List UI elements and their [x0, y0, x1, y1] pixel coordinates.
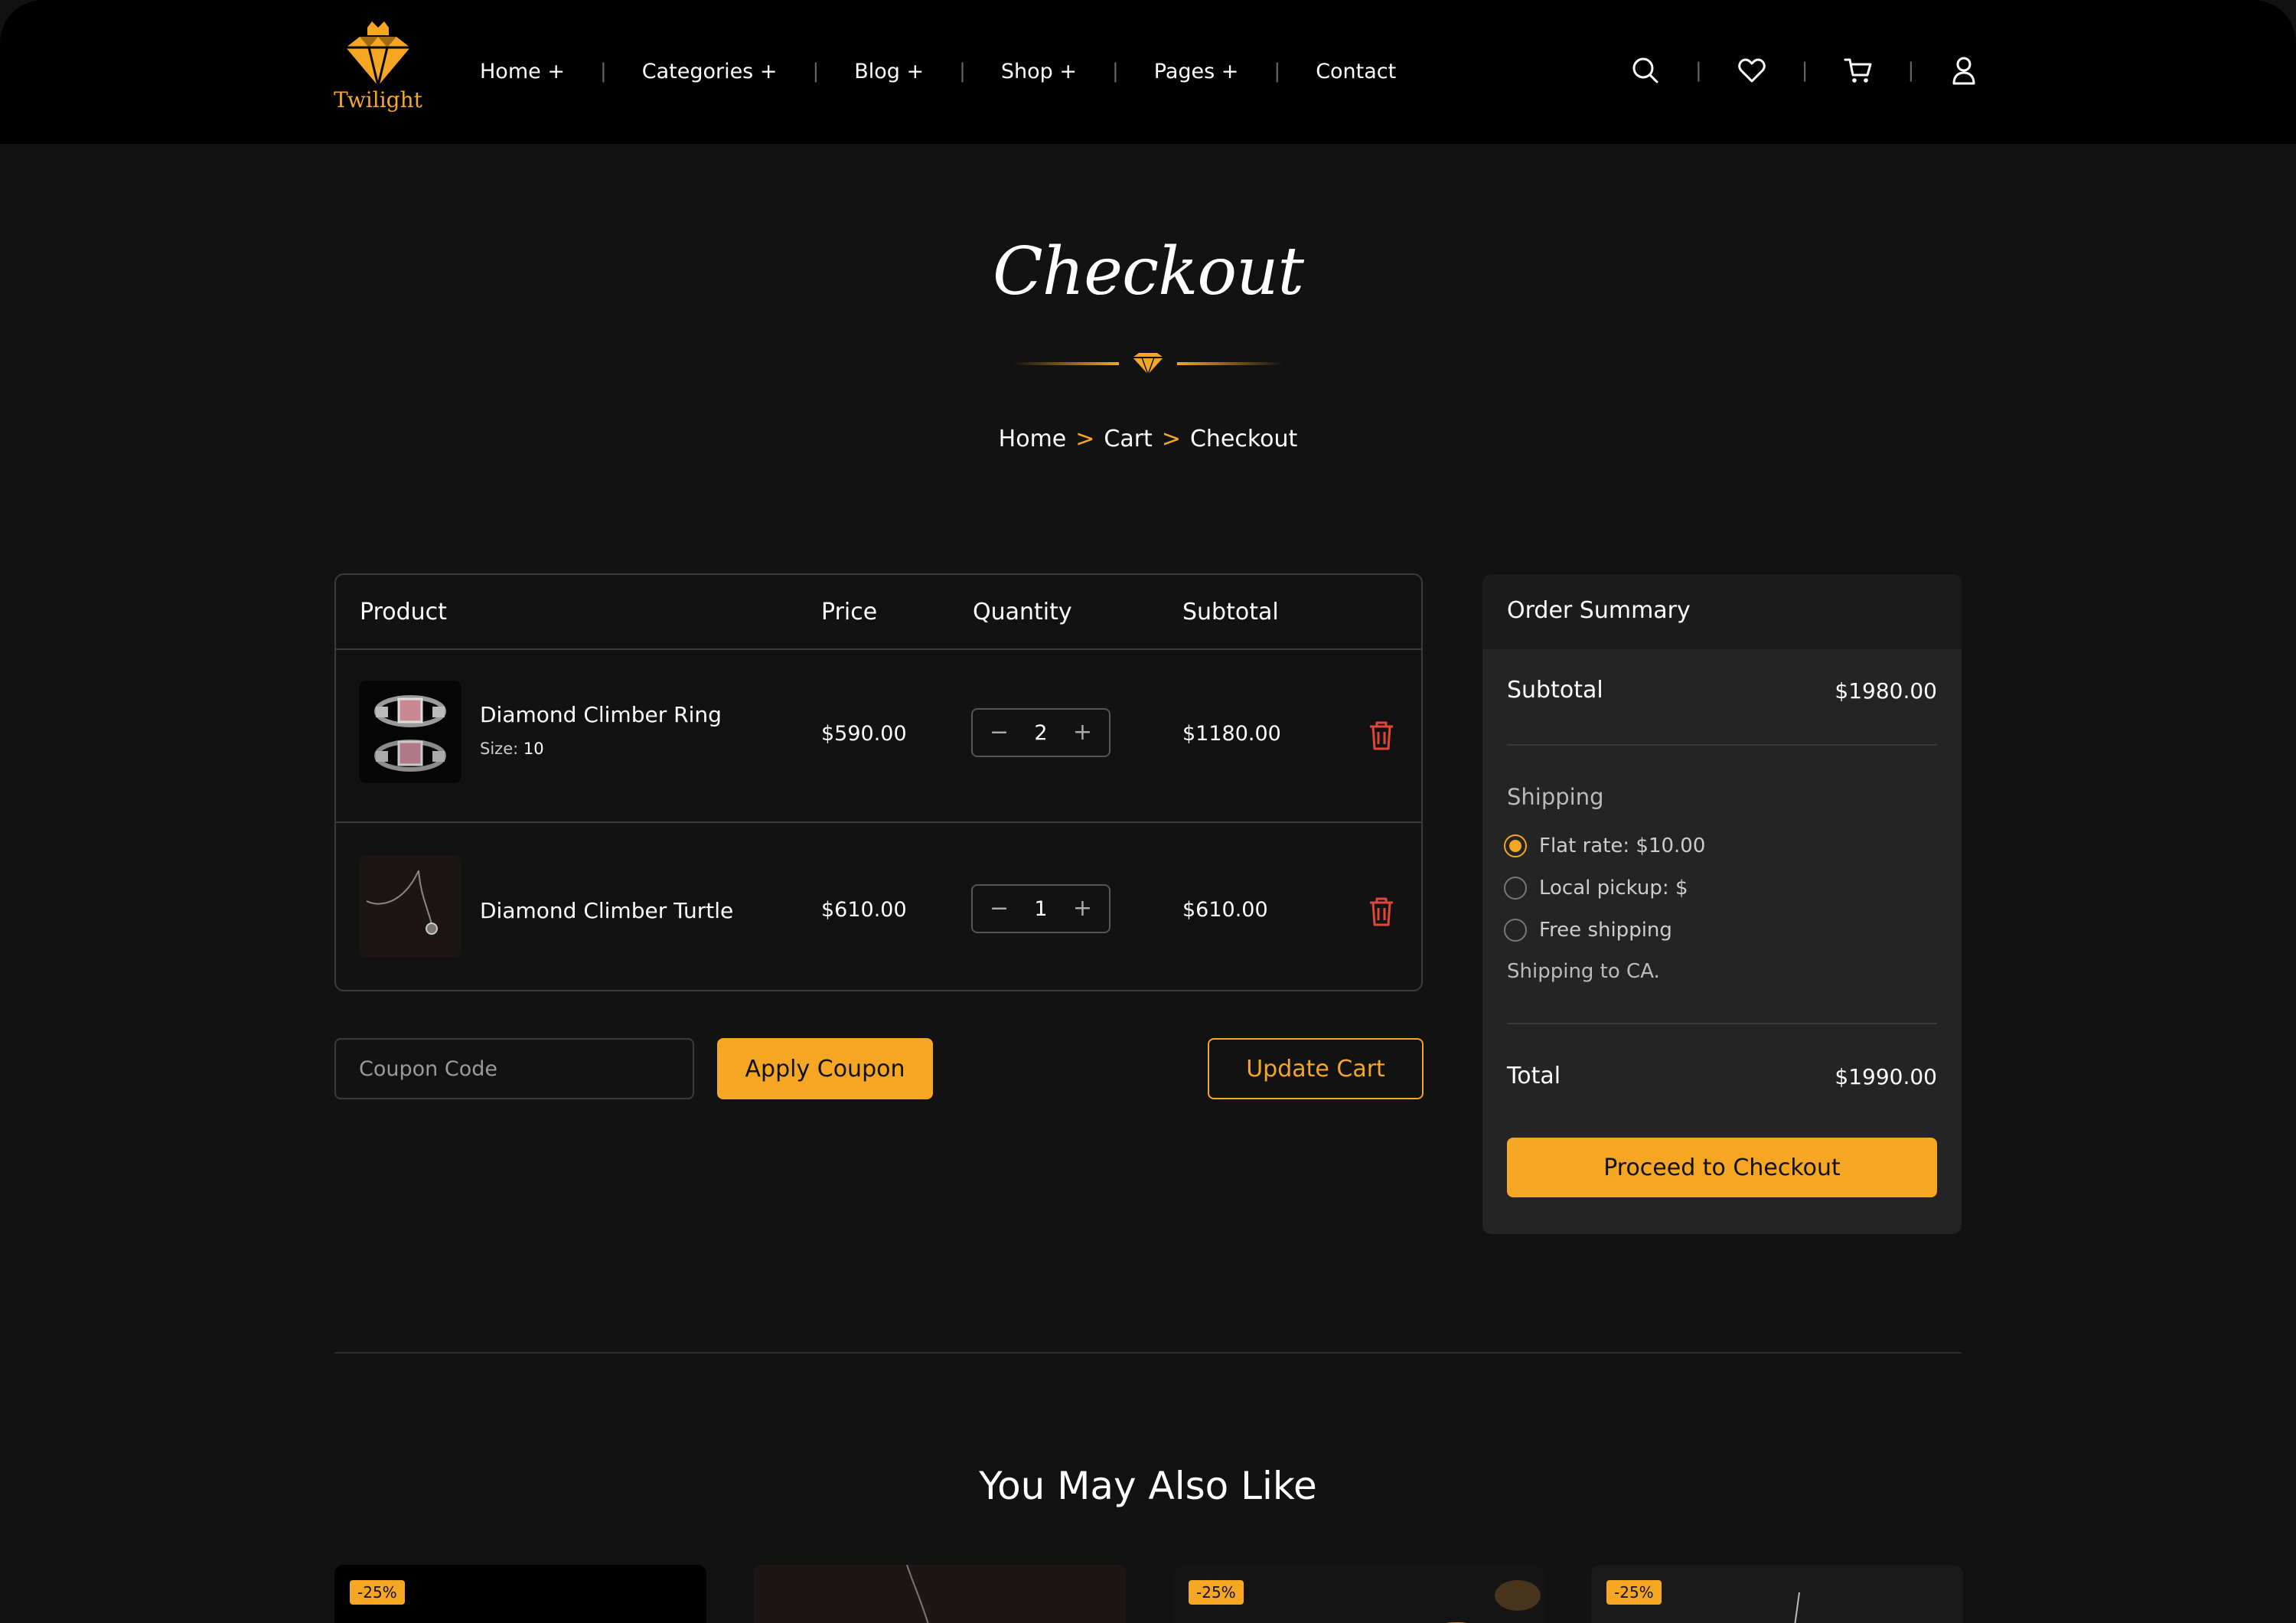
summary-subtotal-label: Subtotal — [1507, 677, 1603, 704]
nav-separator: | — [1112, 60, 1119, 83]
quantity-stepper: − 1 + — [971, 884, 1110, 933]
nav-pages[interactable]: Pages + — [1154, 60, 1239, 83]
column-header-subtotal: Subtotal — [1182, 599, 1279, 625]
shipping-option-label: Local pickup: $ — [1539, 877, 1688, 900]
shipping-option-label: Free shipping — [1539, 919, 1672, 942]
breadcrumb-cart[interactable]: Cart — [1104, 426, 1152, 452]
necklace-image — [359, 855, 461, 958]
summary-divider — [1507, 744, 1937, 746]
summary-divider — [1507, 1023, 1937, 1024]
cart-table-header: Product Price Quantity Subtotal — [336, 575, 1421, 650]
page-title: Checkout — [992, 233, 1304, 310]
quantity-value[interactable]: 1 — [1034, 897, 1047, 921]
size-value: 10 — [523, 740, 544, 758]
summary-total-value: $1990.00 — [1835, 1064, 1937, 1089]
product-subtotal: $1180.00 — [1182, 722, 1281, 746]
coupon-code-input[interactable] — [334, 1038, 694, 1099]
quantity-decrease-button[interactable]: − — [990, 721, 1009, 744]
summary-total-label: Total — [1507, 1063, 1561, 1089]
brand-logo[interactable]: Twilight — [334, 20, 422, 119]
cart-icon[interactable] — [1841, 54, 1875, 87]
column-header-quantity: Quantity — [973, 599, 1072, 625]
shipping-destination: Shipping to CA. — [1507, 960, 1660, 983]
cart-row: Diamond Climber Ring Size: 10 $590.00 − … — [336, 650, 1421, 823]
ring-image — [359, 681, 461, 783]
section-divider — [334, 1352, 1962, 1354]
radio-unselected-icon[interactable] — [1504, 877, 1527, 900]
nav-separator: | — [812, 60, 820, 83]
summary-subtotal-value: $1980.00 — [1835, 678, 1937, 704]
related-products-title: You May Also Like — [979, 1464, 1317, 1508]
cart-row: Diamond Climber Turtle $610.00 − 1 + $61… — [336, 825, 1421, 998]
size-label: Size: — [480, 740, 519, 758]
header-actions: | | | — [1629, 54, 1981, 87]
breadcrumb-separator: > — [1075, 426, 1095, 452]
order-summary-title: Order Summary — [1507, 597, 1691, 624]
main-nav: Home + | Categories + | Blog + | Shop + … — [480, 55, 1396, 87]
proceed-to-checkout-button[interactable]: Proceed to Checkout — [1507, 1138, 1937, 1197]
breadcrumb: Home > Cart > Checkout — [0, 426, 2296, 452]
nav-contact[interactable]: Contact — [1316, 60, 1396, 83]
nav-home[interactable]: Home + — [480, 60, 565, 83]
header-separator: | — [1695, 59, 1702, 82]
product-price: $610.00 — [821, 898, 907, 922]
nav-categories[interactable]: Categories + — [642, 60, 778, 83]
discount-badge: -25% — [1606, 1580, 1662, 1605]
nav-blog[interactable]: Blog + — [854, 60, 924, 83]
trash-icon[interactable] — [1368, 896, 1395, 927]
product-thumbnail[interactable] — [359, 681, 461, 783]
brand-name: Twilight — [334, 87, 422, 113]
apply-coupon-button[interactable]: Apply Coupon — [717, 1038, 933, 1099]
nav-shop[interactable]: Shop + — [1001, 60, 1077, 83]
product-price: $590.00 — [821, 722, 907, 746]
update-cart-button[interactable]: Update Cart — [1208, 1038, 1424, 1099]
nav-separator: | — [599, 60, 607, 83]
order-summary-header: Order Summary — [1482, 574, 1962, 649]
search-icon[interactable] — [1629, 54, 1662, 87]
quantity-decrease-button[interactable]: − — [990, 897, 1009, 920]
breadcrumb-home[interactable]: Home — [999, 426, 1067, 452]
column-header-price: Price — [821, 599, 878, 625]
nav-separator: | — [1274, 60, 1281, 83]
heart-icon[interactable] — [1735, 54, 1769, 87]
site-header: Twilight Home + | Categories + | Blog + … — [0, 0, 2296, 144]
nav-separator: | — [959, 60, 966, 83]
shipping-option-local-pickup[interactable]: Local pickup: $ — [1504, 877, 1688, 900]
product-thumbnail[interactable] — [359, 855, 461, 958]
breadcrumb-current: Checkout — [1189, 426, 1298, 452]
quantity-increase-button[interactable]: + — [1073, 897, 1092, 920]
column-header-product: Product — [360, 599, 447, 625]
quantity-increase-button[interactable]: + — [1073, 721, 1092, 744]
product-card[interactable] — [754, 1565, 1126, 1623]
quantity-stepper: − 2 + — [971, 708, 1110, 757]
cart-table: Product Price Quantity Subtotal Diamond … — [334, 573, 1423, 991]
trash-icon[interactable] — [1368, 720, 1395, 751]
radio-unselected-icon[interactable] — [1504, 919, 1527, 942]
shipping-option-free[interactable]: Free shipping — [1504, 919, 1672, 942]
header-separator: | — [1907, 59, 1915, 82]
product-size: Size: 10 — [480, 740, 544, 758]
product-subtotal: $610.00 — [1182, 898, 1268, 922]
quantity-value[interactable]: 2 — [1034, 721, 1047, 745]
discount-badge: -25% — [350, 1580, 405, 1605]
header-separator: | — [1801, 59, 1808, 82]
breadcrumb-separator: > — [1161, 426, 1181, 452]
diamond-crown-logo-icon — [346, 21, 410, 87]
title-divider-diamond-icon — [1013, 353, 1283, 375]
shipping-option-label: Flat rate: $10.00 — [1539, 834, 1706, 857]
shipping-title: Shipping — [1507, 784, 1604, 810]
product-card[interactable]: -25% — [1591, 1565, 1963, 1623]
necklace-image — [906, 1565, 929, 1623]
order-summary: Order Summary Subtotal $1980.00 Shipping… — [1482, 574, 1962, 1234]
page: Twilight Home + | Categories + | Blog + … — [0, 0, 2296, 1623]
radio-selected-icon[interactable] — [1504, 834, 1527, 857]
product-name[interactable]: Diamond Climber Ring — [480, 702, 722, 727]
product-name[interactable]: Diamond Climber Turtle — [480, 898, 733, 923]
user-icon[interactable] — [1947, 54, 1981, 87]
shipping-option-flat-rate[interactable]: Flat rate: $10.00 — [1504, 834, 1705, 857]
product-card[interactable]: -25% — [1173, 1565, 1545, 1623]
discount-badge: -25% — [1189, 1580, 1244, 1605]
product-card[interactable]: -25% — [334, 1565, 706, 1623]
